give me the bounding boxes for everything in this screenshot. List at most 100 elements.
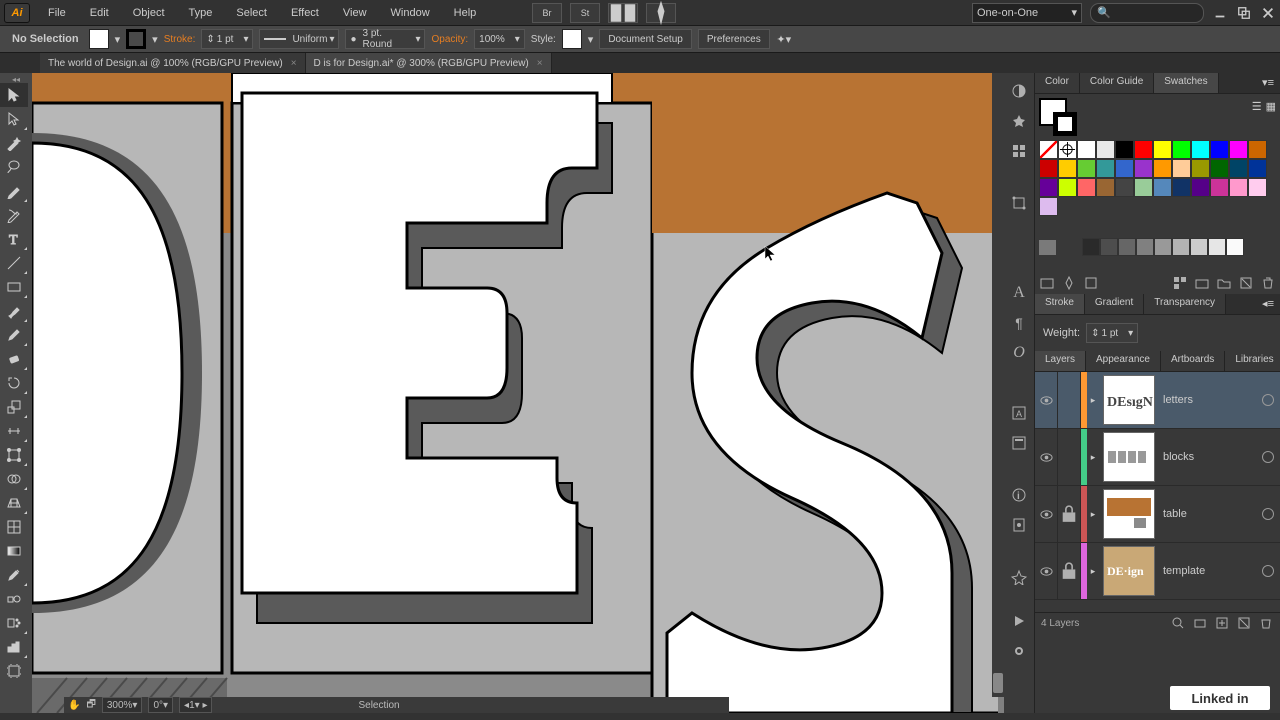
swatch[interactable] [1172, 178, 1191, 197]
blend-tool[interactable] [0, 587, 28, 611]
gradient-tool[interactable] [0, 539, 28, 563]
search-input[interactable]: 🔍 [1090, 3, 1204, 23]
gray-swatch[interactable] [1154, 238, 1172, 256]
layer-name[interactable]: blocks [1159, 451, 1262, 463]
swatch[interactable] [1096, 159, 1115, 178]
swatch[interactable] [1077, 178, 1096, 197]
curvature-tool[interactable] [0, 203, 28, 227]
fill-stroke-control[interactable] [1039, 98, 1077, 136]
target-icon[interactable] [1262, 508, 1274, 520]
magic-wand-tool[interactable] [0, 131, 28, 155]
swatch[interactable] [1153, 178, 1172, 197]
menu-file[interactable]: File [38, 3, 76, 23]
align-icon[interactable]: ✦▾ [776, 33, 792, 46]
preferences-button[interactable]: Preferences [698, 29, 770, 49]
color-tab[interactable]: Color [1035, 73, 1080, 93]
paragraph-panel-icon[interactable]: ¶ [1009, 313, 1029, 333]
paintbrush-tool[interactable] [0, 299, 28, 323]
swatch[interactable] [1096, 140, 1115, 159]
swatch[interactable] [1115, 140, 1134, 159]
rectangle-tool[interactable] [0, 275, 28, 299]
stroke-color-control[interactable] [126, 29, 146, 49]
swatch[interactable] [1153, 159, 1172, 178]
swatch[interactable] [1191, 178, 1210, 197]
swatch[interactable] [1039, 159, 1058, 178]
swatch[interactable] [1172, 140, 1191, 159]
eraser-tool[interactable] [0, 347, 28, 371]
folder-icon[interactable] [1039, 240, 1056, 255]
swatch[interactable] [1210, 159, 1229, 178]
delete-layer-icon[interactable] [1258, 615, 1274, 631]
menu-window[interactable]: Window [381, 3, 440, 23]
panel-menu-icon[interactable]: ▾≡ [1256, 73, 1280, 93]
opacity-dropdown[interactable]: 100%▾ [474, 29, 525, 49]
swatch[interactable] [1077, 140, 1096, 159]
stock-icon[interactable]: St [570, 3, 600, 23]
swatch[interactable] [1096, 178, 1115, 197]
stroke-variable-dropdown[interactable]: Uniform▾ [259, 29, 339, 49]
menu-type[interactable]: Type [179, 3, 223, 23]
panel-menu-icon[interactable]: ◂≡ [1256, 294, 1280, 314]
swatch[interactable] [1191, 140, 1210, 159]
stroke-profile-dropdown[interactable]: ●3 pt. Round▾ [345, 29, 425, 49]
style-control[interactable] [562, 29, 582, 49]
grid-view-icon[interactable]: ▦ [1266, 100, 1276, 113]
locate-object-icon[interactable] [1170, 615, 1186, 631]
stroke-tab[interactable]: Stroke [1035, 294, 1085, 314]
visibility-toggle[interactable] [1035, 543, 1058, 599]
direct-selection-tool[interactable] [0, 107, 28, 131]
color-guide-icon[interactable] [1009, 111, 1029, 131]
menu-view[interactable]: View [333, 3, 377, 23]
column-graph-tool[interactable] [0, 635, 28, 659]
expand-toggle[interactable]: ▸ [1087, 566, 1099, 577]
gpu-icon[interactable] [646, 3, 676, 23]
swatches-tab[interactable]: Swatches [1154, 73, 1218, 93]
zoom-dropdown[interactable]: 300% ▾ [102, 697, 143, 713]
new-folder-icon[interactable] [1216, 275, 1232, 291]
document-info-icon[interactable] [1009, 515, 1029, 535]
swatch[interactable] [1248, 159, 1267, 178]
app-logo[interactable]: Ai [4, 3, 30, 23]
lock-toggle[interactable] [1058, 372, 1081, 428]
target-icon[interactable] [1262, 394, 1274, 406]
swatch[interactable] [1153, 140, 1172, 159]
mesh-tool[interactable] [0, 515, 28, 539]
swatch[interactable] [1039, 178, 1058, 197]
pen-tool[interactable] [0, 179, 28, 203]
swatch-none[interactable] [1039, 140, 1058, 159]
artboards-tab[interactable]: Artboards [1161, 351, 1225, 371]
type-tool[interactable]: T [0, 227, 28, 251]
lock-toggle[interactable] [1058, 543, 1081, 599]
swatch[interactable] [1058, 178, 1077, 197]
eyedropper-tool[interactable] [0, 563, 28, 587]
list-view-icon[interactable]: ☰ [1252, 100, 1262, 113]
bridge-icon[interactable]: Br [532, 3, 562, 23]
layer-name[interactable]: table [1159, 508, 1262, 520]
swatch-kind-icon[interactable] [1061, 275, 1077, 291]
glyphs-panel-icon[interactable]: A [1009, 403, 1029, 423]
color-group-icon[interactable] [1172, 275, 1188, 291]
clipping-mask-icon[interactable] [1192, 615, 1208, 631]
layer-name[interactable]: letters [1159, 394, 1262, 406]
play-icon[interactable] [1009, 611, 1029, 631]
pencil-tool[interactable] [0, 323, 28, 347]
swatch[interactable] [1248, 178, 1267, 197]
swatch[interactable] [1058, 159, 1077, 178]
transform-panel-icon[interactable] [1009, 193, 1029, 213]
symbol-sprayer-tool[interactable] [0, 611, 28, 635]
character-panel-icon[interactable]: A [1009, 283, 1029, 303]
shape-builder-tool[interactable] [0, 467, 28, 491]
gray-swatch[interactable] [1190, 238, 1208, 256]
libraries-tab[interactable]: Libraries [1225, 351, 1280, 371]
zoom-tool-icon[interactable]: 🗗 [86, 697, 95, 714]
expand-toggle[interactable]: ▸ [1087, 395, 1099, 406]
expand-toggle[interactable]: ▸ [1087, 452, 1099, 463]
swatch[interactable] [1229, 178, 1248, 197]
free-transform-tool[interactable] [0, 443, 28, 467]
document-setup-button[interactable]: Document Setup [599, 29, 692, 49]
visibility-toggle[interactable] [1035, 486, 1058, 542]
swatch[interactable] [1134, 140, 1153, 159]
minimize-icon[interactable] [1212, 6, 1228, 20]
links-panel-icon[interactable] [1009, 641, 1029, 661]
swatch[interactable] [1172, 159, 1191, 178]
